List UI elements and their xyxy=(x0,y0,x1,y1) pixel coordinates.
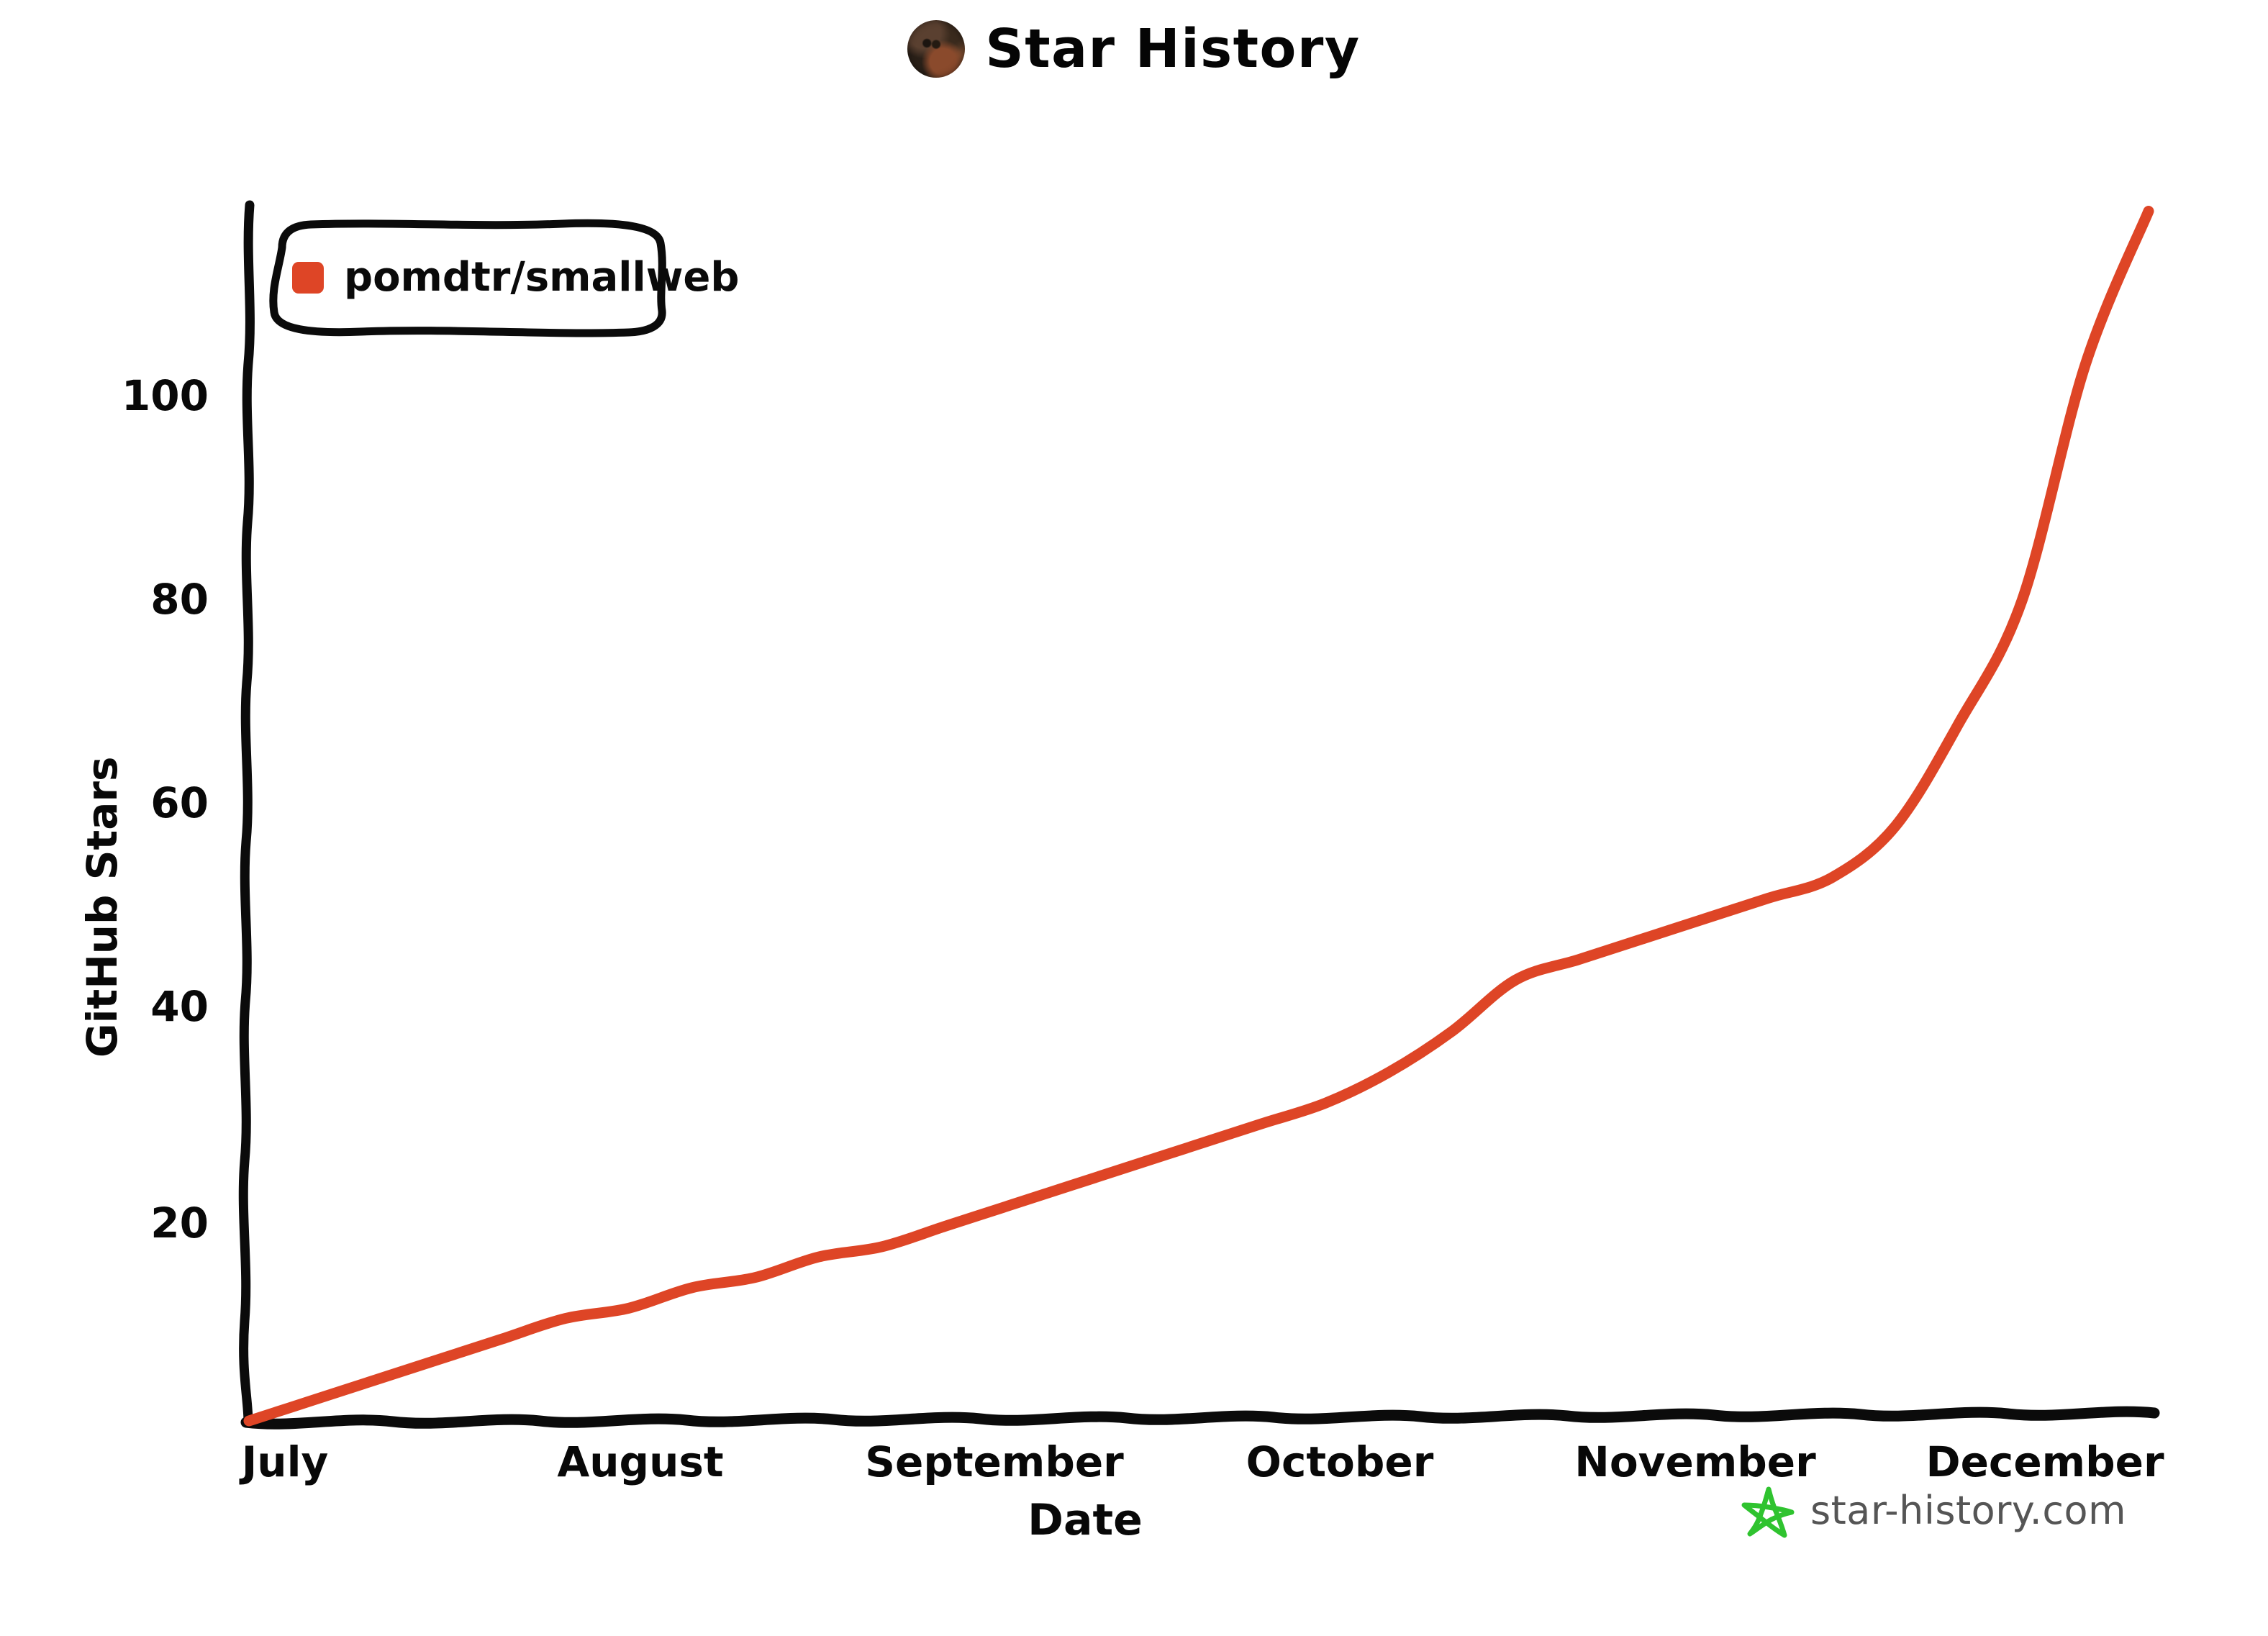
x-axis-title: Date xyxy=(1028,1495,1143,1545)
x-axis-line xyxy=(240,1406,2160,1430)
series-line-pomdtr-smallweb xyxy=(243,206,2154,1427)
y-tick-label-20: 20 xyxy=(150,1199,209,1248)
y-tick-label-80: 80 xyxy=(150,575,209,624)
y-axis-line xyxy=(238,200,255,1427)
x-tick-label-july: July xyxy=(241,1437,329,1486)
x-tick-label-august: August xyxy=(557,1437,724,1486)
y-axis-title: GitHub Stars xyxy=(78,756,127,1058)
star-icon xyxy=(1741,1486,1795,1538)
watermark-label: star-history.com xyxy=(1810,1488,2127,1533)
watermark[interactable]: star-history.com xyxy=(1740,1483,2126,1538)
chart-canvas: Star History 100 80 60 40 20 July August… xyxy=(0,0,2268,1636)
legend-swatch-icon xyxy=(292,262,324,294)
x-tick-label-october: October xyxy=(1246,1437,1434,1486)
y-tick-label-100: 100 xyxy=(121,371,209,420)
x-tick-label-september: September xyxy=(865,1437,1124,1486)
legend-item-label: pomdtr/smallweb xyxy=(344,254,740,301)
legend-item-pomdtr-smallweb[interactable]: pomdtr/smallweb xyxy=(292,253,740,302)
x-tick-label-december: December xyxy=(1925,1437,2164,1486)
x-tick-label-november: November xyxy=(1574,1437,1816,1486)
chart-legend[interactable]: pomdtr/smallweb xyxy=(260,217,740,338)
